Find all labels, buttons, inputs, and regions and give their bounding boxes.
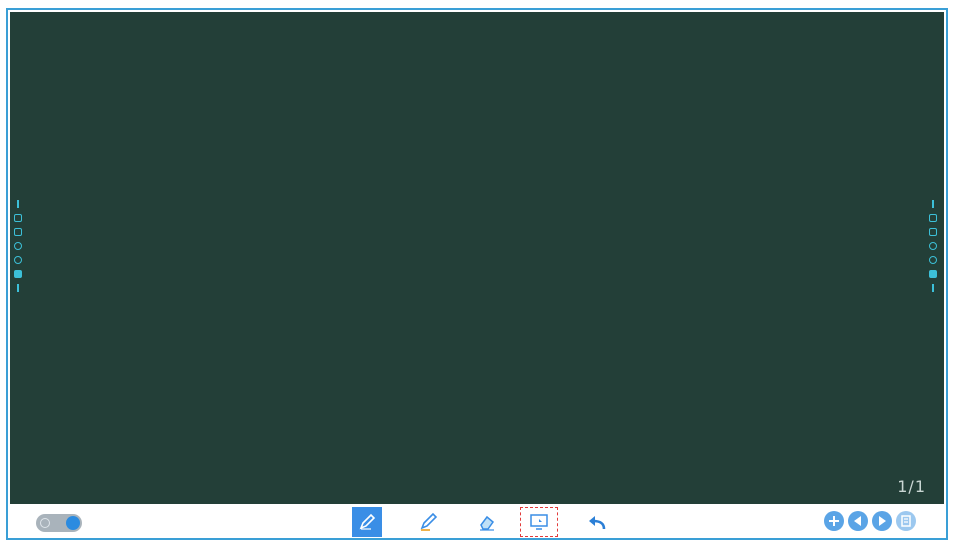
eraser-icon [480, 515, 495, 531]
share-icon[interactable] [14, 228, 22, 236]
image-icon[interactable] [929, 214, 937, 222]
screen-icon [530, 514, 548, 530]
home-icon[interactable] [14, 256, 22, 264]
add-page-button[interactable] [824, 511, 844, 531]
undo-tool-button[interactable] [582, 507, 612, 537]
menu-icon[interactable] [932, 200, 934, 208]
add-page-icon [829, 516, 839, 526]
page-list-icon [901, 515, 911, 527]
prev-page-button[interactable] [848, 511, 868, 531]
pen-tool-button[interactable] [352, 507, 382, 537]
right-side-toolbar [928, 200, 938, 292]
next-page-button[interactable] [872, 511, 892, 531]
bottom-toolbar [10, 504, 944, 538]
page-list-button[interactable] [896, 511, 916, 531]
eraser-tool-button[interactable] [472, 507, 502, 537]
toggle-off-indicator [40, 518, 50, 528]
screen-tool-button[interactable] [520, 507, 558, 537]
settings-icon[interactable] [929, 242, 937, 250]
settings-icon[interactable] [14, 242, 22, 250]
menu-icon[interactable] [17, 284, 19, 292]
page-indicator: 1/1 [897, 477, 926, 496]
camera-icon[interactable] [14, 270, 22, 278]
whiteboard-window: 1/1 [6, 8, 948, 540]
highlighter-tool-button[interactable] [414, 507, 444, 537]
pen-icon [359, 513, 376, 530]
left-side-toolbar [13, 200, 23, 292]
drawing-canvas[interactable]: 1/1 [10, 12, 944, 506]
toggle-knob [66, 516, 80, 530]
menu-icon[interactable] [17, 200, 19, 208]
undo-icon [589, 516, 606, 530]
prev-page-icon [854, 516, 861, 526]
share-icon[interactable] [929, 228, 937, 236]
image-icon[interactable] [14, 214, 22, 222]
next-page-icon [879, 516, 886, 526]
home-icon[interactable] [929, 256, 937, 264]
camera-icon[interactable] [929, 270, 937, 278]
mode-toggle[interactable] [36, 514, 82, 532]
menu-icon[interactable] [932, 284, 934, 292]
highlighter-icon [420, 512, 438, 531]
